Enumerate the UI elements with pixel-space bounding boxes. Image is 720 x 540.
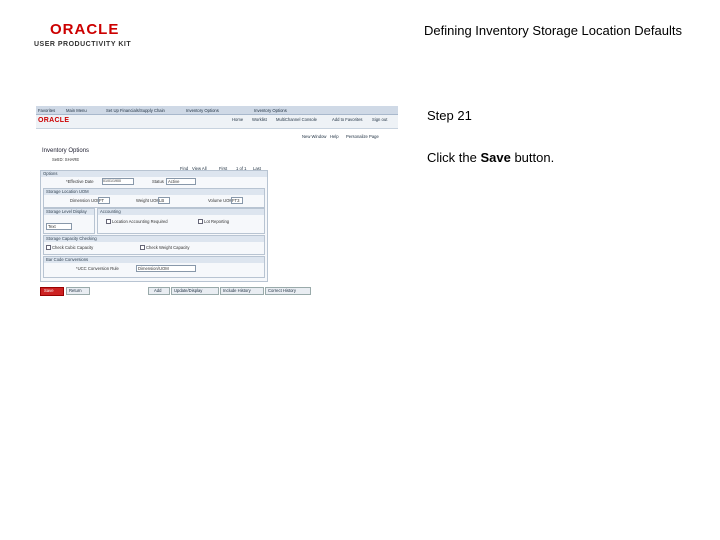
weight-label: Weight UOM [136, 198, 160, 203]
util-help[interactable]: Help [330, 134, 339, 139]
header-signout[interactable]: Sign out [372, 117, 387, 122]
instruction-pre: Click the [427, 150, 481, 165]
nav-inventory[interactable]: Inventory Options [186, 108, 219, 113]
nav-main-menu[interactable]: Main Menu [66, 108, 87, 113]
dimension-label: Dimension UOM [70, 198, 101, 203]
update-display-label: Update/Display [174, 288, 203, 293]
page-title: Inventory Options [42, 148, 90, 154]
nav-inventory-options[interactable]: Inventory Options [254, 108, 287, 113]
cube-label: Check Cubic Capacity [52, 245, 94, 250]
weight-capacity-label: Check Weight Capacity [146, 245, 190, 250]
weight-capacity-checkbox[interactable] [140, 245, 145, 250]
eff-date-value: 01/01/1900 [103, 179, 121, 183]
app-header: ORACLE Home Worklist MultiChannel Consol… [36, 115, 398, 129]
storage-uom-header: Storage Location UOM [44, 189, 264, 195]
logo-subtitle: USER PRODUCTIVITY KIT [34, 41, 132, 48]
logo-brand: ORACLE [50, 21, 120, 38]
step-instruction: Click the Save button. [427, 150, 554, 165]
util-new-window[interactable]: New Window [302, 134, 326, 139]
header-home[interactable]: Home [232, 117, 243, 122]
app-screenshot: Favorites Main Menu Set Up Financials/Su… [36, 106, 398, 296]
instruction-post: button. [510, 150, 555, 165]
bar-code-header: Bar Code Conversions [44, 257, 264, 263]
storage-level-box: Storage Level Display [43, 208, 95, 234]
header-multichannel[interactable]: MultiChannel Console [276, 117, 317, 122]
slide-title: Defining Inventory Storage Location Defa… [424, 23, 682, 38]
include-history-label: Include History [223, 288, 251, 293]
loc-acct-label: Location Accounting Required [112, 219, 168, 224]
nav-favorites[interactable]: Favorites [38, 108, 55, 113]
oracle-upk-logo: ORACLE USER PRODUCTIVITY KIT [34, 22, 134, 49]
volume-label: Volume UOM [208, 198, 233, 203]
return-button-label: Return [69, 288, 82, 293]
accounting-header: Accounting [98, 209, 264, 215]
status-label: Status [152, 179, 164, 184]
correct-history-label: Correct History [268, 288, 296, 293]
bar-code-value: Dimension/UOM [138, 266, 169, 271]
bar-code-field-label: *UCC Conversion Rule [76, 266, 119, 271]
storage-level-header: Storage Level Display [44, 209, 94, 215]
add-button-label: Add [154, 288, 162, 293]
instruction-emphasis: Save [480, 150, 511, 165]
volume-value: FT3 [232, 198, 240, 203]
header-worklist[interactable]: Worklist [252, 117, 267, 122]
cube-checkbox[interactable] [46, 245, 51, 250]
options-header: Options [41, 171, 267, 177]
setid-label: SetID: SHARE [52, 157, 80, 162]
loc-acct-checkbox[interactable] [106, 219, 111, 224]
storage-level-value: Text [48, 224, 56, 229]
capacity-header: Storage Capacity Checking [44, 236, 264, 242]
nav-setup[interactable]: Set Up Financials/Supply Chain [106, 108, 165, 113]
status-value: Active [168, 179, 180, 184]
dimension-value: FT [99, 198, 105, 203]
lot-checkbox[interactable] [198, 219, 203, 224]
header-favorites[interactable]: Add to Favorites [332, 117, 363, 122]
step-label: Step 21 [427, 108, 472, 123]
app-brand: ORACLE [38, 117, 70, 124]
lot-label: Lot Reporting [204, 219, 230, 224]
save-button-label: Save [44, 288, 54, 293]
weight-value: LB [159, 198, 165, 203]
eff-date-label: *Effective Date [66, 179, 94, 184]
breadcrumb-nav: Favorites Main Menu Set Up Financials/Su… [36, 106, 398, 115]
util-personalize[interactable]: Personalize Page [346, 134, 379, 139]
